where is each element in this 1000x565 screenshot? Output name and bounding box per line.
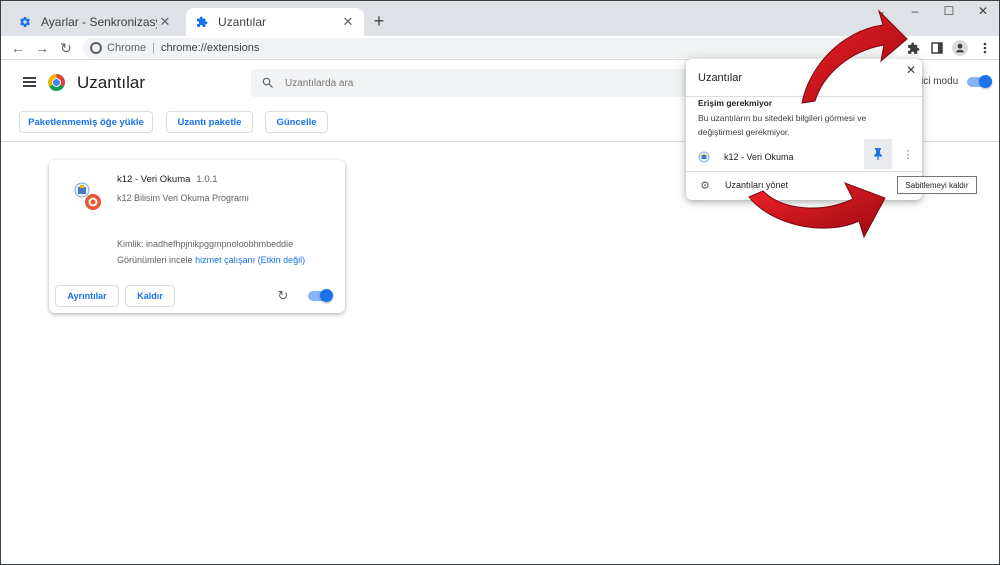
search-input[interactable] — [285, 77, 585, 89]
toggle-knob — [979, 75, 992, 88]
url-text: chrome://extensions — [160, 42, 260, 54]
side-panel-icon[interactable] — [927, 38, 947, 58]
search-box[interactable] — [251, 69, 691, 97]
browser-window: Ayarlar - Senkronizasyon ve Goo ✕ Uzantı… — [0, 0, 1000, 565]
search-icon — [262, 77, 273, 88]
access-section-title: Erişim gerekmiyor — [698, 98, 773, 108]
extensions-popup: Uzantılar ✕ Erişim gerekmiyor Bu uzantıl… — [686, 59, 922, 200]
maximize-button[interactable]: ☐ — [932, 1, 966, 21]
address-separator: | — [152, 42, 155, 54]
extension-name: k12 - Veri Okuma 1.0.1 — [117, 174, 218, 185]
extension-enable-toggle[interactable] — [308, 289, 333, 302]
extension-icon — [74, 182, 101, 210]
popup-divider — [686, 96, 922, 97]
extension-id: Kimlik: inadhefhpjnikpggmpnoloobhmbeddie — [117, 239, 294, 249]
reload-button[interactable]: ↻ — [57, 39, 75, 57]
new-tab-button[interactable]: + — [370, 12, 388, 30]
tab-title: Ayarlar - Senkronizasyon ve Goo — [41, 15, 157, 29]
page-title: Uzantılar — [77, 73, 146, 92]
developer-mode-label: ici modu — [921, 76, 959, 87]
puzzle-icon — [194, 14, 210, 30]
manage-extensions-item[interactable]: ⚙ Uzantıları yönet — [698, 178, 788, 192]
extension-title: k12 - Veri Okuma — [117, 174, 191, 185]
kebab-menu-icon[interactable] — [975, 38, 995, 58]
back-button[interactable]: ← — [9, 39, 27, 57]
card-footer: Ayrıntılar Kaldır ↻ — [49, 280, 345, 313]
extensions-puzzle-icon[interactable] — [903, 38, 923, 58]
pin-button[interactable] — [864, 139, 892, 169]
tab-search-icon[interactable]: ⌄ — [864, 1, 898, 21]
profile-icon[interactable] — [950, 38, 970, 58]
service-worker-link[interactable]: hizmet çalışanı (Etkin değil) — [195, 255, 305, 265]
site-label: Chrome — [107, 42, 147, 54]
pin-icon — [874, 148, 882, 160]
minimize-button[interactable]: – — [898, 1, 932, 21]
manage-extensions-label: Uzantıları yönet — [725, 180, 789, 190]
popup-extension-name: k12 - Veri Okuma — [724, 152, 794, 162]
access-section-description: Bu uzantıların bu sitedeki bilgileri gör… — [698, 113, 867, 137]
close-tab-icon[interactable]: ✕ — [157, 14, 173, 30]
close-tab-icon[interactable]: ✕ — [340, 14, 356, 30]
details-button[interactable]: Ayrıntılar — [55, 285, 119, 307]
extension-version: 1.0.1 — [196, 174, 218, 185]
settings-gear-icon — [17, 14, 33, 30]
load-unpacked-button[interactable]: Paketlenmemiş öğe yükle — [19, 111, 153, 133]
forward-button[interactable]: → — [33, 39, 51, 57]
pack-extension-button[interactable]: Uzantı paketle — [166, 111, 253, 133]
toggle-knob — [320, 289, 333, 302]
extension-description: k12 Bilisim Veri Okuma Programı — [117, 193, 250, 203]
remove-button[interactable]: Kaldır — [125, 285, 175, 307]
popup-divider — [686, 171, 922, 172]
inspect-views-label: Görünümleri incele — [117, 255, 193, 265]
tab-settings[interactable]: Ayarlar - Senkronizasyon ve Goo ✕ — [9, 8, 181, 36]
developer-mode-toggle[interactable] — [967, 75, 992, 88]
gear-icon: ⚙ — [700, 179, 710, 192]
hamburger-menu-icon[interactable] — [23, 77, 36, 87]
popup-more-icon[interactable]: ⋮ — [902, 147, 914, 161]
extension-icon — [698, 151, 710, 163]
update-button[interactable]: Güncelle — [265, 111, 328, 133]
address-bar[interactable]: Chrome | chrome://extensions — [83, 38, 895, 58]
close-window-button[interactable]: ✕ — [966, 1, 999, 21]
extension-card: k12 - Veri Okuma 1.0.1 k12 Bilisim Veri O… — [49, 160, 345, 313]
unpin-tooltip: Sabitlemeyi kaldır — [897, 176, 977, 194]
popup-title: Uzantılar — [698, 72, 743, 84]
toolbar: ← → ↻ Chrome | chrome://extensions — [1, 36, 999, 60]
tab-strip: Ayarlar - Senkronizasyon ve Goo ✕ Uzantı… — [1, 1, 999, 36]
inspect-views: Görünümleri incele hizmet çalışanı (Etki… — [117, 255, 305, 265]
chrome-logo-icon — [48, 74, 65, 91]
tab-title: Uzantılar — [218, 15, 267, 29]
reload-extension-icon[interactable]: ↻ — [275, 288, 291, 304]
popup-close-icon[interactable]: ✕ — [904, 63, 918, 77]
tab-extensions[interactable]: Uzantılar ✕ — [186, 8, 364, 36]
chrome-site-icon — [90, 42, 102, 54]
